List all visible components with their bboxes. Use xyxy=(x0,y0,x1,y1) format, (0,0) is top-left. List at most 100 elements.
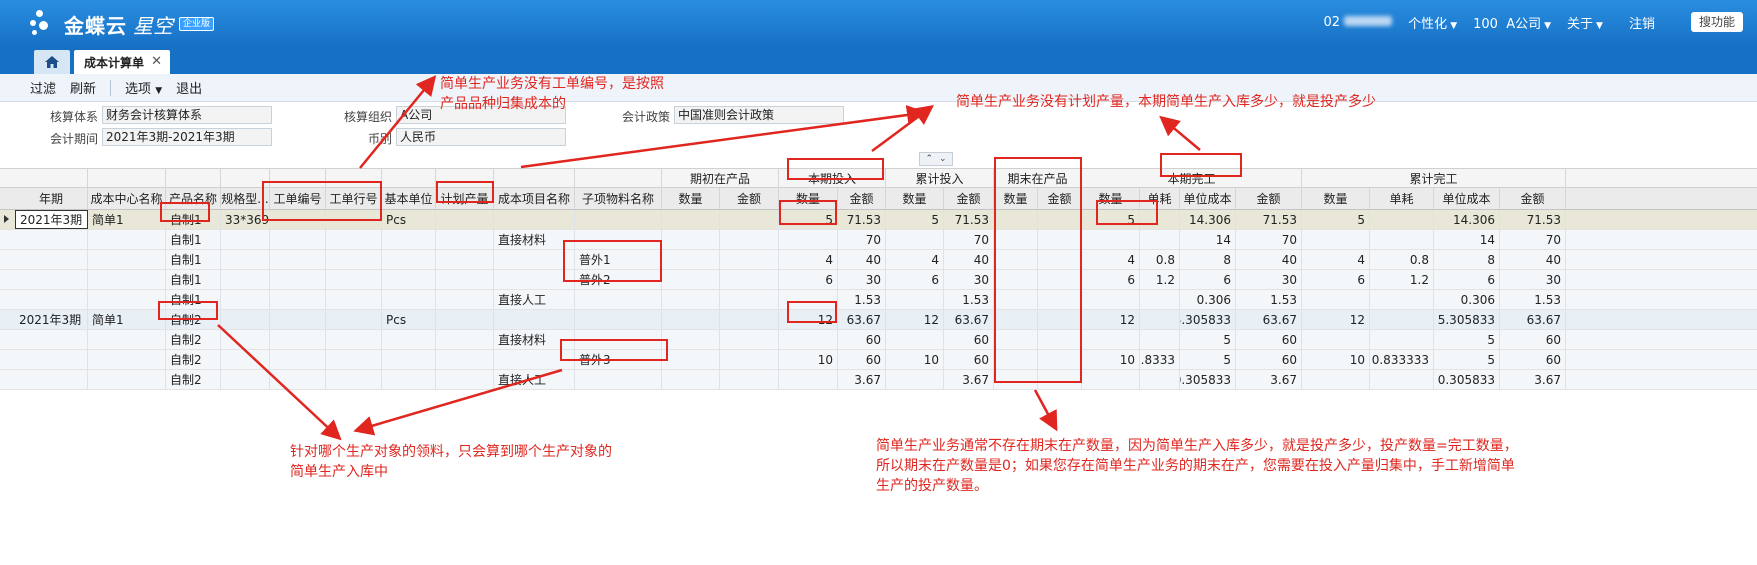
col-input-amount-cell[interactable]: 70 xyxy=(838,230,886,249)
col-input-amount-cell[interactable]: 3.67 xyxy=(838,370,886,389)
col-cost-item-header[interactable]: 成本项目名称 xyxy=(494,188,575,209)
col-opening-amount-cell[interactable] xyxy=(720,350,779,369)
col-completed-qty-cell[interactable] xyxy=(1082,370,1140,389)
col-completed-unit-cost-cell[interactable]: 6 xyxy=(1180,270,1236,289)
col-unit-cell[interactable] xyxy=(382,330,436,349)
col-input-qty-cell[interactable] xyxy=(779,370,838,389)
col-cum-input-amount-cell[interactable]: 3.67 xyxy=(944,370,994,389)
col-opening-amount-cell[interactable] xyxy=(720,330,779,349)
col-product-cell[interactable]: 自制1 xyxy=(166,250,221,269)
col-planned-qty-cell[interactable] xyxy=(436,230,494,249)
col-cost-center-cell[interactable]: 简单1 xyxy=(88,310,166,329)
col-workorder-no-cell[interactable] xyxy=(270,230,326,249)
col-completed-qty-cell[interactable]: 10 xyxy=(1082,350,1140,369)
col-workorder-line-cell[interactable] xyxy=(326,290,382,309)
col-workorder-no-cell[interactable] xyxy=(270,290,326,309)
col-planned-qty-cell[interactable] xyxy=(436,350,494,369)
col-product-cell[interactable]: 自制2 xyxy=(166,330,221,349)
col-cum-input-amount-cell[interactable]: 60 xyxy=(944,350,994,369)
col-cost-center-cell[interactable]: 简单1 xyxy=(88,210,166,229)
col-opening-qty-cell[interactable] xyxy=(662,210,720,229)
personalize-menu[interactable]: 个性化 ▼ xyxy=(1408,13,1457,32)
col-cum-completed-qty-cell[interactable]: 12 xyxy=(1302,310,1370,329)
col-cum-completed-unit-usage-cell[interactable]: 1.2 xyxy=(1370,270,1434,289)
col-planned-qty-cell[interactable] xyxy=(436,370,494,389)
table-row[interactable]: 2021年3期简单1自制2Pcs1263.671263.67125.305833… xyxy=(0,310,1757,330)
col-opening-qty-header[interactable]: 数量 xyxy=(662,188,720,209)
col-workorder-line-cell[interactable] xyxy=(326,310,382,329)
col-completed-unit-cost-cell[interactable]: 0.305833 xyxy=(1180,370,1236,389)
col-cum-completed-unit-cost-cell[interactable]: 8 xyxy=(1434,250,1500,269)
col-input-amount-cell[interactable]: 40 xyxy=(838,250,886,269)
col-cum-input-qty-cell[interactable] xyxy=(886,290,944,309)
col-completed-qty-cell[interactable] xyxy=(1082,290,1140,309)
logout-link[interactable]: 注销 xyxy=(1629,13,1655,32)
col-cum-input-qty-cell[interactable]: 10 xyxy=(886,350,944,369)
col-cum-completed-unit-cost-cell[interactable]: 6 xyxy=(1434,270,1500,289)
options-menu[interactable]: 选项 ▼ xyxy=(125,78,162,97)
col-opening-amount-cell[interactable] xyxy=(720,210,779,229)
col-sub-material-cell[interactable] xyxy=(575,290,662,309)
col-input-amount-cell[interactable]: 60 xyxy=(838,330,886,349)
col-cum-completed-unit-usage-cell[interactable] xyxy=(1370,290,1434,309)
col-workorder-no-cell[interactable] xyxy=(270,370,326,389)
col-unit-cell[interactable] xyxy=(382,270,436,289)
col-cum-completed-unit-cost-cell[interactable]: 5.305833 xyxy=(1434,310,1500,329)
table-row[interactable]: 自制2普外310601060100.8333560100.833333560 xyxy=(0,350,1757,370)
col-sub-material-cell[interactable] xyxy=(575,210,662,229)
col-cum-input-qty-cell[interactable] xyxy=(886,370,944,389)
col-planned-qty-cell[interactable] xyxy=(436,310,494,329)
col-cum-input-amount-cell[interactable]: 71.53 xyxy=(944,210,994,229)
col-completed-amount-cell[interactable]: 30 xyxy=(1236,270,1302,289)
col-spec-cell[interactable] xyxy=(221,330,270,349)
col-cum-completed-amount-cell[interactable]: 70 xyxy=(1500,230,1566,249)
col-cum-input-qty-cell[interactable] xyxy=(886,330,944,349)
col-planned-qty-cell[interactable] xyxy=(436,210,494,229)
tab-cost-calculation[interactable]: 成本计算单 ✕ xyxy=(74,50,170,74)
col-input-amount-cell[interactable]: 63.67 xyxy=(838,310,886,329)
col-completed-qty-cell[interactable]: 6 xyxy=(1082,270,1140,289)
col-completed-unit-usage-cell[interactable]: 1.2 xyxy=(1140,270,1180,289)
period-field[interactable]: 2021年3期-2021年3期 xyxy=(102,128,272,146)
col-completed-unit-usage-cell[interactable] xyxy=(1140,370,1180,389)
col-workorder-no-cell[interactable] xyxy=(270,310,326,329)
col-cum-completed-qty-cell[interactable]: 6 xyxy=(1302,270,1370,289)
col-cum-completed-amount-cell[interactable]: 71.53 xyxy=(1500,210,1566,229)
col-cum-completed-unit-usage-cell[interactable] xyxy=(1370,330,1434,349)
col-sub-material-cell[interactable] xyxy=(575,370,662,389)
table-row[interactable]: 自制2直接人工3.673.670.3058333.670.3058333.67 xyxy=(0,370,1757,390)
col-cost-center-cell[interactable] xyxy=(88,370,166,389)
col-opening-qty-cell[interactable] xyxy=(662,350,720,369)
col-cum-completed-amount-cell[interactable]: 60 xyxy=(1500,330,1566,349)
col-spec-cell[interactable] xyxy=(221,270,270,289)
col-workorder-line-cell[interactable] xyxy=(326,250,382,269)
col-cum-input-qty-header[interactable]: 数量 xyxy=(886,188,944,209)
col-completed-qty-cell[interactable]: 4 xyxy=(1082,250,1140,269)
col-opening-qty-cell[interactable] xyxy=(662,230,720,249)
col-opening-amount-cell[interactable] xyxy=(720,290,779,309)
col-cum-completed-unit-cost-cell[interactable]: 0.306 xyxy=(1434,290,1500,309)
col-sub-material-cell[interactable] xyxy=(575,310,662,329)
col-cost-center-cell[interactable] xyxy=(88,330,166,349)
col-cum-completed-amount-cell[interactable]: 1.53 xyxy=(1500,290,1566,309)
function-search-input[interactable]: 搜功能 xyxy=(1690,12,1743,32)
col-cum-completed-unit-usage-cell[interactable] xyxy=(1370,310,1434,329)
col-unit-cell[interactable] xyxy=(382,370,436,389)
col-input-qty-cell[interactable] xyxy=(779,230,838,249)
table-row[interactable]: 自制1 普外2 6 30 6 30 6 1.2 6 30 6 1.2 6 30 xyxy=(0,270,1757,290)
col-workorder-line-cell[interactable] xyxy=(326,330,382,349)
col-period-cell[interactable]: 2021年3期 xyxy=(15,210,88,229)
col-opening-qty-cell[interactable] xyxy=(662,370,720,389)
col-cum-completed-unit-cost-header[interactable]: 单位成本 xyxy=(1434,188,1500,209)
col-cum-completed-unit-cost-cell[interactable]: 14.306 xyxy=(1434,210,1500,229)
col-cum-completed-amount-cell[interactable]: 60 xyxy=(1500,350,1566,369)
exit-button[interactable]: 退出 xyxy=(176,78,202,97)
table-row[interactable]: 自制2 直接材料 60 60 5 60 5 60 xyxy=(0,330,1757,350)
col-cost-center-cell[interactable] xyxy=(88,290,166,309)
col-completed-amount-cell[interactable]: 63.67 xyxy=(1236,310,1302,329)
col-cum-completed-qty-cell[interactable]: 5 xyxy=(1302,210,1370,229)
col-cum-input-qty-cell[interactable]: 12 xyxy=(886,310,944,329)
col-period-cell[interactable]: 2021年3期 xyxy=(15,310,88,329)
col-completed-unit-cost-cell[interactable]: 0.306 xyxy=(1180,290,1236,309)
col-workorder-no-cell[interactable] xyxy=(270,250,326,269)
